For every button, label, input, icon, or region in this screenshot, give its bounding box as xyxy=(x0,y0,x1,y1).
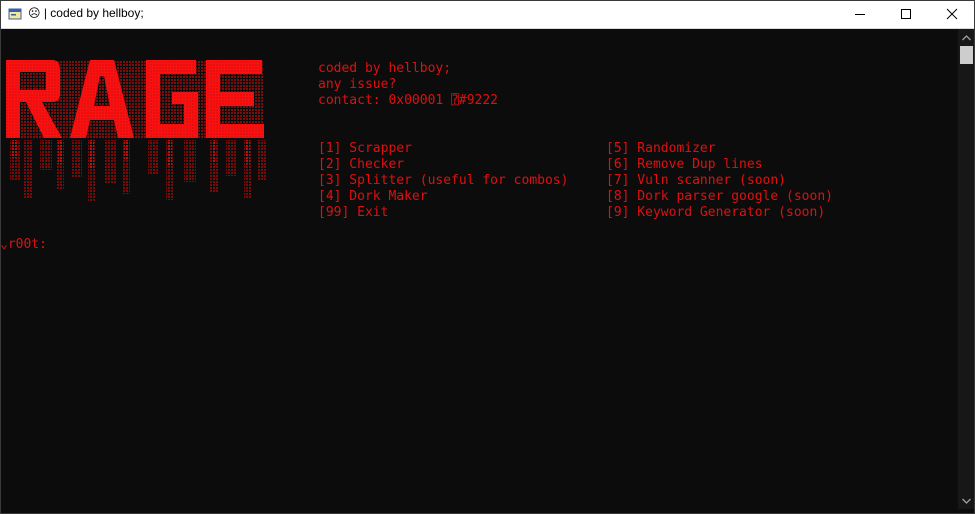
minimize-icon xyxy=(855,14,865,15)
maximize-icon xyxy=(901,9,911,19)
menu-item-splitter: [3] Splitter (useful for combos) xyxy=(318,173,569,188)
menu-item-scrapper: [1] Scrapper xyxy=(318,141,412,156)
minimize-button[interactable] xyxy=(837,0,883,28)
menu-item-randomizer: [5] Randomizer xyxy=(606,141,716,156)
maximize-button[interactable] xyxy=(883,0,929,28)
rage-ascii-logo xyxy=(0,58,275,208)
close-button[interactable] xyxy=(929,0,975,28)
command-prompt[interactable]: ⌄r00t: xyxy=(0,237,47,253)
menu-item-checker: [2] Checker xyxy=(318,157,405,172)
menu-item-vuln-scanner: [7] Vuln scanner (soon) xyxy=(606,173,787,188)
menu-item-exit: [99] Exit xyxy=(318,205,389,220)
menu-item-keyword-generator: [9] Keyword Generator (soon) xyxy=(606,205,826,220)
scroll-down-button[interactable] xyxy=(958,492,975,509)
close-icon xyxy=(946,8,958,20)
info-line-issue: any issue? xyxy=(318,77,397,92)
title-bar[interactable]: ☹ | coded by hellboy; xyxy=(0,0,975,29)
window-title: ☹ | coded by hellboy; xyxy=(28,6,144,20)
info-line-contact: contact: 0x00001 ⍰#9222 xyxy=(318,93,499,108)
info-line-author: coded by hellboy; xyxy=(318,61,452,76)
chevron-down-icon xyxy=(962,498,971,504)
scroll-up-button[interactable] xyxy=(958,29,975,46)
vertical-scrollbar[interactable] xyxy=(958,29,975,509)
app-icon[interactable] xyxy=(8,6,22,20)
menu-item-dork-parser: [8] Dork parser google (soon) xyxy=(606,189,833,204)
scroll-thumb[interactable] xyxy=(960,46,973,64)
menu-item-dork-maker: [4] Dork Maker xyxy=(318,189,428,204)
menu-item-remove-dup: [6] Remove Dup lines xyxy=(606,157,763,172)
chevron-up-icon xyxy=(962,34,971,40)
